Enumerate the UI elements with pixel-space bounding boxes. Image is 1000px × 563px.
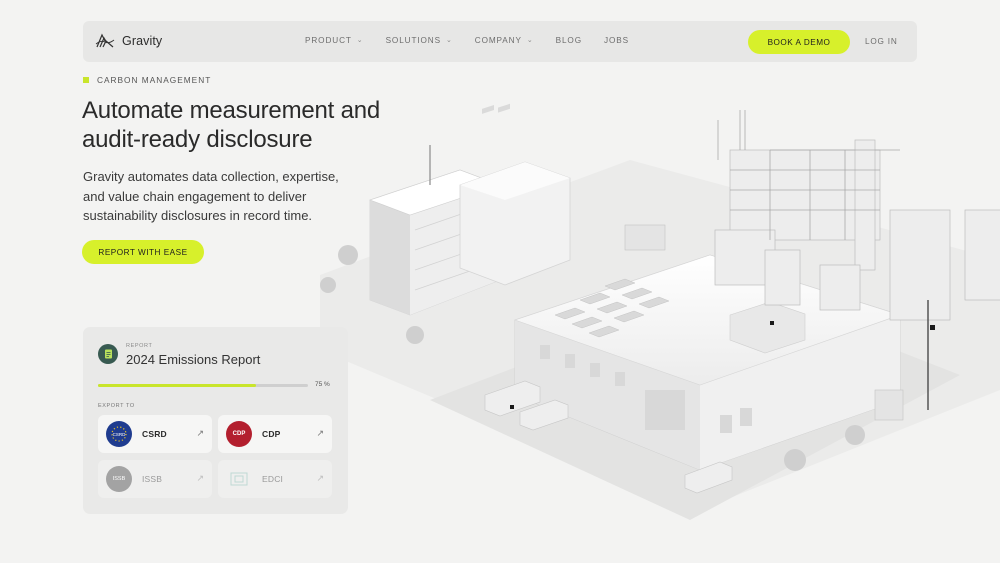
arrow-up-right-icon: ↗ [196,428,204,438]
export-tile-edci[interactable]: EDCI ↗ [218,460,332,498]
menu-item-blog[interactable]: BLOG [556,36,582,45]
book-demo-button[interactable]: BOOK A DEMO [748,30,850,54]
export-tile-cdp[interactable]: CDP CDP ↗ [218,415,332,453]
brand-logo[interactable]: Gravity [95,32,162,50]
eyebrow-square-icon [83,77,89,83]
document-icon [98,344,118,364]
export-to-label: EXPORT TO [98,403,135,409]
menu-item-product[interactable]: PRODUCT ⌄ [305,36,364,45]
progress-bar-fill [98,384,256,387]
menu-item-label: SOLUTIONS [385,36,441,45]
issb-logo-icon: ISSB [106,466,132,492]
export-target-name: CDP [262,429,281,439]
issb-badge-text: ISSB [112,476,126,482]
menu-item-label: PRODUCT [305,36,352,45]
arrow-up-right-icon: ↗ [316,428,324,438]
eu-stars-icon: CSRD [106,421,132,447]
menu-item-solutions[interactable]: SOLUTIONS ⌄ [386,36,453,45]
menu-item-label: COMPANY [474,36,522,45]
export-tile-issb[interactable]: ISSB ISSB ↗ [98,460,212,498]
menu-item-company[interactable]: COMPANY ⌄ [475,36,534,45]
report-kicker: REPORT [126,343,153,349]
arrow-up-right-icon: ↗ [196,473,204,483]
export-target-name: ISSB [142,474,163,484]
arrow-up-right-icon: ↗ [316,473,324,483]
cdp-logo-icon: CDP [226,421,252,447]
report-title: 2024 Emissions Report [126,352,261,367]
chevron-down-icon: ⌄ [445,36,453,44]
export-target-name: CSRD [142,429,167,439]
progress-bar [98,384,308,387]
export-target-name: EDCI [262,474,284,484]
eyebrow-label: CARBON MANAGEMENT [97,75,212,85]
gravity-wave-logo-icon [95,33,115,48]
eyebrow: CARBON MANAGEMENT [83,75,211,85]
menu-item-jobs[interactable]: JOBS [604,36,629,45]
chevron-down-icon: ⌄ [526,36,534,44]
csrd-badge-text: CSRD [113,432,127,437]
top-nav: Gravity PRODUCT ⌄ SOLUTIONS ⌄ COMPANY ⌄ … [83,21,917,62]
export-tile-csrd[interactable]: CSRD CSRD ↗ [98,415,212,453]
industrial-campus-illustration [320,103,1000,520]
report-with-ease-button[interactable]: REPORT WITH EASE [82,240,204,264]
menu-item-label: BLOG [555,36,582,45]
progress-percent: 75 % [315,381,330,388]
brand-name: Gravity [122,34,163,48]
menu-item-label: JOBS [603,36,629,45]
chevron-down-icon: ⌄ [356,36,364,44]
main-menu: PRODUCT ⌄ SOLUTIONS ⌄ COMPANY ⌄ BLOG JOB… [305,36,651,45]
emissions-report-card: REPORT 2024 Emissions Report 75 % EXPORT… [83,327,348,514]
login-link[interactable]: LOG IN [865,37,898,46]
edci-logo-icon [226,466,252,492]
cdp-badge-text: CDP [232,431,246,437]
